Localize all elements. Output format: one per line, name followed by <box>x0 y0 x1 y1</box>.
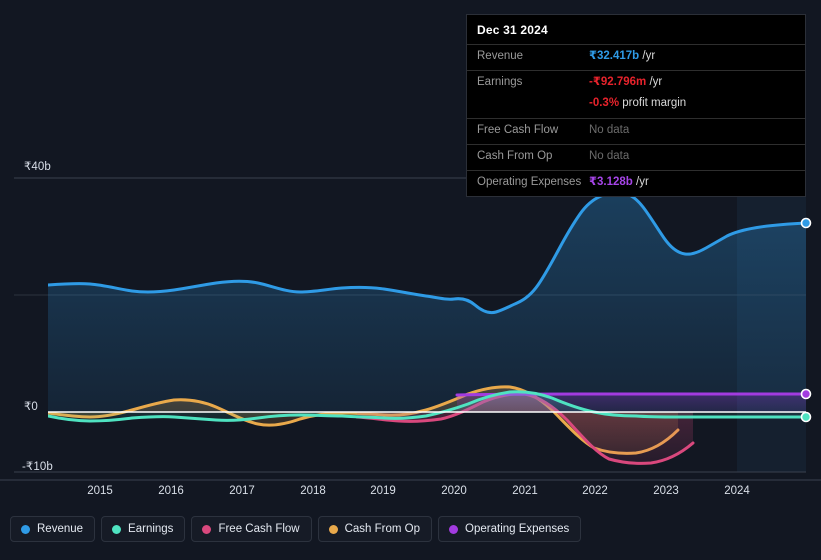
tooltip-unit-earnings: /yr <box>649 76 663 88</box>
legend-label-earnings: Earnings <box>128 523 174 535</box>
tooltip-amount-earnings: -₹92.796m <box>589 76 647 88</box>
tooltip-label-earnings: Earnings <box>477 76 523 88</box>
tooltip-label-revenue: Revenue <box>477 50 524 62</box>
tooltip-unit-profit-margin: profit margin <box>622 97 687 109</box>
operating-expenses-endpoint-marker <box>800 388 812 400</box>
tooltip-amount-free-cash-flow: No data <box>589 124 630 136</box>
tooltip-value-revenue: ₹32.417b /yr <box>589 49 655 65</box>
tooltip-amount-profit-margin: -0.3% <box>589 97 620 109</box>
x-tick-2017: 2017 <box>229 485 255 497</box>
x-tick-2016: 2016 <box>158 485 184 497</box>
legend-item-free-cash-flow[interactable]: Free Cash Flow <box>191 516 312 542</box>
tooltip-unit-revenue: /yr <box>642 50 656 62</box>
tooltip-label-operating-expenses: Operating Expenses <box>477 176 582 188</box>
earnings-color-swatch-icon <box>112 524 122 534</box>
tooltip-row-profit-margin: -0.3% profit margin <box>467 96 805 118</box>
tooltip-row-revenue: Revenue ₹32.417b /yr <box>467 44 805 70</box>
tooltip-value-earnings: -₹92.796m /yr <box>589 75 662 91</box>
legend-label-cash-from-op: Cash From Op <box>344 523 421 535</box>
tooltip-amount-revenue: ₹32.417b <box>589 50 640 62</box>
x-tick-2022: 2022 <box>582 485 608 497</box>
legend-item-cash-from-op[interactable]: Cash From Op <box>317 516 433 542</box>
y-tick-40b: ₹40b <box>24 161 51 173</box>
earnings-endpoint-marker <box>800 411 812 423</box>
tooltip-value-free-cash-flow: No data <box>589 123 629 139</box>
tooltip-row-operating-expenses: Operating Expenses ₹3.128b /yr <box>467 170 805 196</box>
x-tick-2023: 2023 <box>653 485 679 497</box>
legend-label-operating-expenses: Operating Expenses <box>465 523 570 535</box>
legend-item-revenue[interactable]: Revenue <box>10 516 96 542</box>
tooltip-label-free-cash-flow: Free Cash Flow <box>477 124 559 136</box>
tooltip-label-cash-from-op: Cash From Op <box>477 150 553 162</box>
tooltip-amount-operating-expenses: ₹3.128b <box>589 176 633 188</box>
legend-label-free-cash-flow: Free Cash Flow <box>218 523 300 535</box>
tooltip-value-operating-expenses: ₹3.128b /yr <box>589 175 649 191</box>
x-tick-2020: 2020 <box>441 485 467 497</box>
y-tick-minus10b: -₹10b <box>22 461 53 473</box>
legend-item-operating-expenses[interactable]: Operating Expenses <box>438 516 582 542</box>
tooltip-row-free-cash-flow: Free Cash Flow No data <box>467 118 805 144</box>
x-tick-2021: 2021 <box>512 485 538 497</box>
tooltip-value-cash-from-op: No data <box>589 149 629 165</box>
cash-from-op-color-swatch-icon <box>328 524 338 534</box>
tooltip-date: Dec 31 2024 <box>477 23 548 37</box>
data-tooltip: Dec 31 2024 Revenue ₹32.417b /yr Earning… <box>466 14 806 197</box>
revenue-endpoint-marker <box>800 217 812 229</box>
revenue-color-swatch-icon <box>21 524 30 534</box>
tooltip-row-earnings: Earnings -₹92.796m /yr <box>467 70 805 96</box>
operating-expenses-color-swatch-icon <box>449 524 459 534</box>
x-tick-2019: 2019 <box>370 485 396 497</box>
legend-item-earnings[interactable]: Earnings <box>101 516 186 542</box>
tooltip-unit-operating-expenses: /yr <box>636 176 649 188</box>
legend-label-revenue: Revenue <box>37 523 84 535</box>
x-tick-2024: 2024 <box>724 485 750 497</box>
chart-legend: Revenue Earnings Free Cash Flow Cash Fro… <box>10 516 582 542</box>
tooltip-amount-cash-from-op: No data <box>589 150 630 162</box>
x-tick-2015: 2015 <box>87 485 113 497</box>
tooltip-row-cash-from-op: Cash From Op No data <box>467 144 805 170</box>
y-tick-0: ₹0 <box>24 401 38 413</box>
tooltip-value-profit-margin: -0.3% profit margin <box>589 96 686 112</box>
x-tick-2018: 2018 <box>300 485 326 497</box>
financial-performance-chart: ₹40b ₹0 -₹10b 2015 2016 2017 2018 2019 2… <box>0 0 821 560</box>
revenue-area <box>48 193 806 412</box>
free-cash-flow-color-swatch-icon <box>202 524 212 534</box>
